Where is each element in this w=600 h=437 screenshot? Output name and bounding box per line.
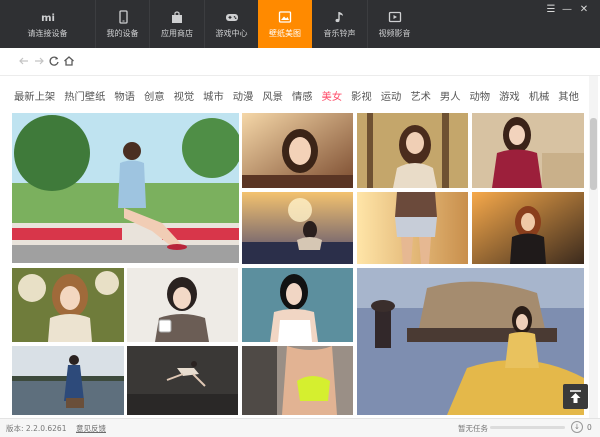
category-0[interactable]: 最新上架: [14, 88, 55, 103]
category-6[interactable]: 动漫: [233, 88, 254, 103]
category-11[interactable]: 运动: [381, 88, 402, 103]
wallpaper-thumbnail[interactable]: [12, 346, 124, 415]
category-bar: 最新上架 热门壁纸 物语 创意 视觉 城市 动漫 风景 情感 美女 影视 运动 艺术 男人 动物 游戏 机械 其他: [14, 85, 588, 103]
status-bar: 版本: 2.2.0.6261 意见反馈 暂无任务 ↓ 0: [0, 418, 600, 437]
category-3[interactable]: 创意: [144, 88, 165, 103]
wallpaper-thumbnail[interactable]: [357, 113, 468, 188]
tab-label: 请连接设备: [27, 29, 68, 38]
wallpaper-thumbnail[interactable]: [127, 268, 238, 342]
wallpaper-thumbnail[interactable]: [472, 113, 584, 188]
category-8[interactable]: 情感: [292, 88, 313, 103]
forward-arrow-icon[interactable]: [33, 55, 45, 67]
wallpaper-thumbnail[interactable]: [242, 268, 353, 342]
svg-text:mi: mi: [41, 13, 55, 24]
wallpaper-icon: [278, 11, 292, 23]
wallpaper-image: [12, 346, 124, 415]
task-progress-bar: [490, 426, 565, 429]
scrollbar-thumb[interactable]: [590, 118, 597, 190]
tab-label: 视频影音: [378, 29, 411, 38]
wallpaper-thumbnail[interactable]: [357, 268, 584, 415]
wallpaper-grid: [12, 113, 584, 415]
mi-logo-icon: mi: [41, 13, 55, 24]
phone-icon: [118, 10, 128, 24]
category-13[interactable]: 男人: [440, 88, 461, 103]
category-7[interactable]: 风景: [262, 88, 283, 103]
wallpaper-thumbnail[interactable]: [357, 192, 468, 264]
wallpaper-image: [357, 113, 468, 188]
wallpaper-thumbnail[interactable]: [472, 192, 584, 264]
feedback-link[interactable]: 意见反馈: [76, 423, 106, 434]
wallpaper-image: [357, 192, 468, 264]
wallpaper-image: [242, 113, 353, 188]
category-1[interactable]: 热门壁纸: [64, 88, 105, 103]
tab-label: 音乐铃声: [323, 29, 356, 38]
app-window: { "tabs": [ {"label": "请连接设备", "icon": "…: [0, 0, 600, 437]
category-9[interactable]: 美女: [322, 88, 343, 103]
refresh-icon[interactable]: [48, 55, 60, 67]
tab-connect-device[interactable]: mi 请连接设备: [0, 0, 95, 48]
category-15[interactable]: 游戏: [499, 88, 520, 103]
back-to-top-button[interactable]: [563, 384, 588, 409]
wallpaper-image: [242, 346, 353, 415]
category-17[interactable]: 其他: [558, 88, 579, 103]
wallpaper-image: [12, 268, 124, 342]
wallpaper-thumbnail[interactable]: [242, 113, 353, 188]
tab-music-ringtones[interactable]: 音乐铃声: [312, 0, 367, 48]
home-icon[interactable]: [63, 55, 75, 67]
store-bag-icon: [172, 11, 182, 23]
wallpaper-image: [127, 346, 238, 415]
tab-label: 应用商店: [161, 29, 193, 38]
wallpaper-image: [127, 268, 238, 342]
wallpaper-image: [242, 192, 353, 264]
tab-label: 游戏中心: [215, 29, 248, 38]
menu-icon[interactable]: ☰: [544, 4, 558, 16]
music-note-icon: [335, 12, 343, 23]
wallpaper-thumbnail[interactable]: [242, 346, 353, 415]
top-navigation-bar: mi 请连接设备 我的设备 应用商店 游戏中心 壁纸美图 音乐铃声 视频影音 ☰…: [0, 0, 600, 48]
wallpaper-image: [472, 192, 584, 264]
wallpaper-image: [242, 268, 353, 342]
category-12[interactable]: 艺术: [410, 88, 431, 103]
video-player-icon: [388, 11, 401, 23]
wallpaper-image: [357, 268, 584, 415]
download-queue-icon[interactable]: ↓: [571, 421, 583, 433]
tab-wallpapers[interactable]: 壁纸美图: [258, 0, 312, 48]
back-arrow-icon[interactable]: [18, 55, 30, 67]
arrow-up-icon: [570, 390, 581, 403]
wallpaper-image: [472, 113, 584, 188]
gamepad-icon: [225, 14, 238, 21]
wallpaper-thumbnail[interactable]: [12, 268, 124, 342]
navigation-toolbar: [0, 48, 600, 76]
tab-game-center[interactable]: 游戏中心: [204, 0, 258, 48]
tab-label: 我的设备: [106, 29, 139, 38]
category-10[interactable]: 影视: [351, 88, 372, 103]
tab-my-device[interactable]: 我的设备: [95, 0, 149, 48]
version-text: 版本: 2.2.0.6261: [6, 424, 67, 433]
minimize-button[interactable]: —: [560, 4, 574, 16]
category-16[interactable]: 机械: [529, 88, 550, 103]
close-button[interactable]: ✕: [577, 4, 591, 16]
category-4[interactable]: 视觉: [174, 88, 195, 103]
wallpaper-thumbnail[interactable]: [242, 192, 353, 264]
wallpaper-thumbnail[interactable]: [127, 346, 238, 415]
category-2[interactable]: 物语: [114, 88, 135, 103]
task-status-text: 暂无任务: [458, 424, 488, 433]
tab-app-store[interactable]: 应用商店: [149, 0, 204, 48]
task-count: 0: [587, 423, 592, 432]
tab-label: 壁纸美图: [269, 29, 301, 38]
category-5[interactable]: 城市: [203, 88, 224, 103]
wallpaper-image: [12, 113, 239, 263]
wallpaper-thumbnail[interactable]: [12, 113, 239, 263]
category-14[interactable]: 动物: [470, 88, 491, 103]
tab-video[interactable]: 视频影音: [367, 0, 421, 48]
